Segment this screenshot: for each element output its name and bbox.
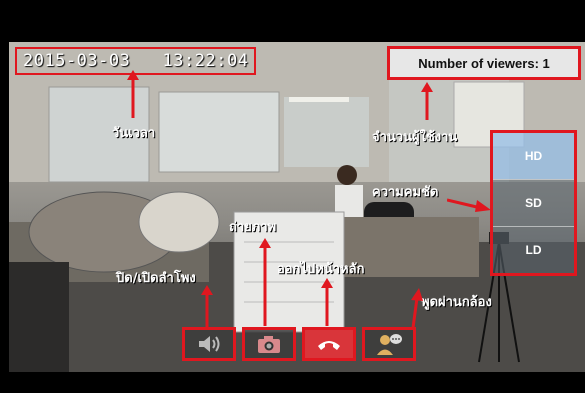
quality-selector: HD SD LD [490,130,577,276]
arrow-snapshot [259,238,271,326]
phone-hangup-icon [318,341,340,350]
quality-hd-button[interactable]: HD [493,133,574,179]
person-talk-icon [377,334,402,355]
quality-ld-button[interactable]: LD [493,226,574,273]
annotation-snapshot: ถ่ายภาพ [229,220,277,235]
app-frame: 2015-03-03 13:22:04 Number of viewers: 1… [0,0,585,393]
camera-feed: 2015-03-03 13:22:04 Number of viewers: 1… [9,42,585,372]
speaker-icon [199,336,220,352]
annotation-quality: ความคมชัด [372,185,439,200]
quality-sd-button[interactable]: SD [493,179,574,226]
arrow-datetime [127,70,139,118]
snapshot-button[interactable] [242,327,296,361]
viewer-count-label: Number of viewers: 1 [418,55,550,71]
speaker-toggle-button[interactable] [182,327,236,361]
talk-button[interactable] [362,327,416,361]
annotation-exit: ออกไปหน้าหลัก [277,262,365,277]
arrow-talk [411,288,423,329]
viewer-count: Number of viewers: 1 [387,46,581,80]
camera-icon [258,336,280,353]
annotation-speaker: ปิด/เปิดลำโพง [116,271,196,286]
arrow-exit [321,278,333,326]
annotation-viewers: จำนวนผู้ใช้งาน [372,130,458,145]
hangup-button[interactable] [302,327,356,361]
control-bar [182,327,416,363]
annotation-talk: พูดผ่านกล้อง [421,295,492,310]
arrow-quality [447,198,491,212]
annotation-datetime: วันเวลา [112,126,156,141]
arrow-speaker [201,285,213,327]
arrow-viewers [421,82,433,120]
